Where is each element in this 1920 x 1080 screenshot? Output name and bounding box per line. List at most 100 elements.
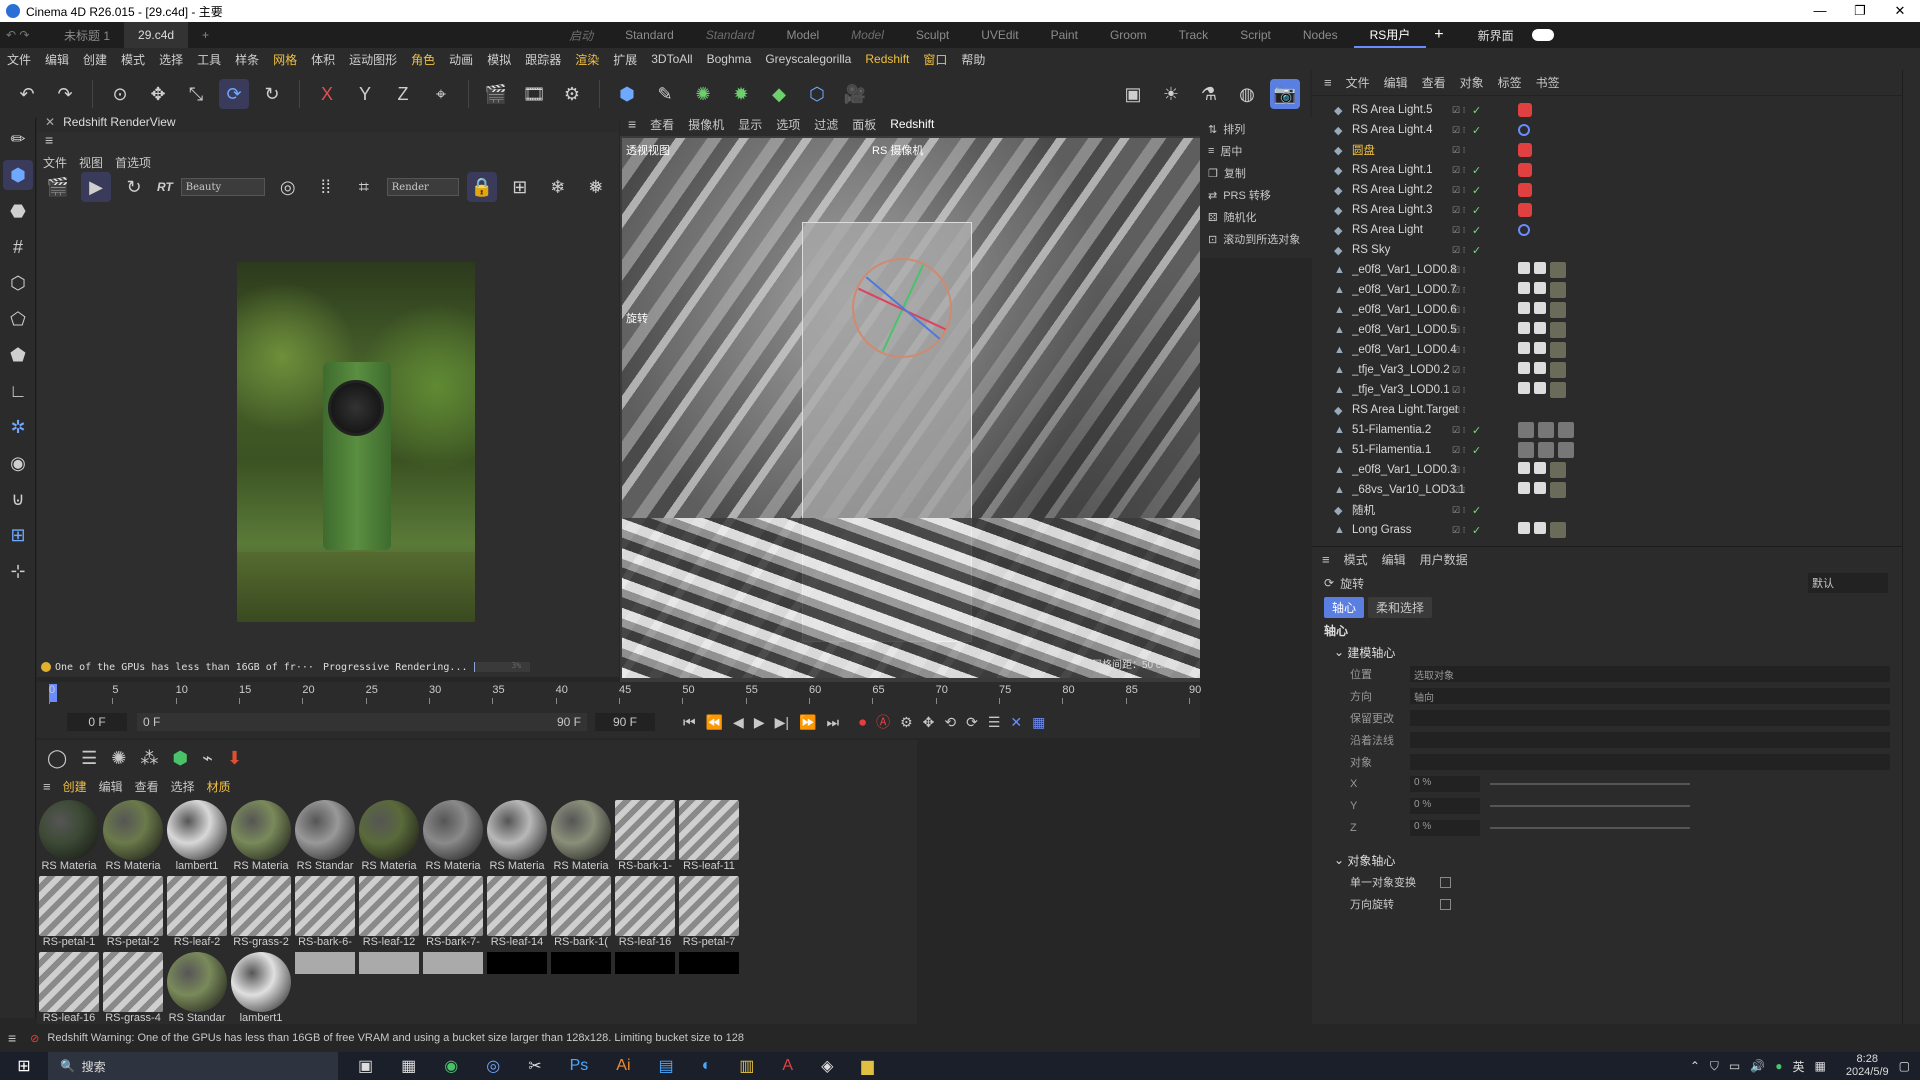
key-move-icon[interactable]: ✥ <box>923 714 935 731</box>
material-tag-icon[interactable] <box>1558 422 1574 438</box>
object-row[interactable]: ▲ _e0f8_Var1_LOD0.6 ☑ ⁝ <box>1312 300 1902 320</box>
phong-tag-icon[interactable] <box>1518 342 1530 354</box>
calculator-icon[interactable]: ▦ <box>401 1056 416 1076</box>
menu-item[interactable]: 跟踪器 <box>518 51 568 68</box>
menu-item[interactable]: 扩展 <box>606 51 644 68</box>
cube-icon[interactable]: ⬢ <box>612 79 642 109</box>
material-swatch[interactable]: RS-leaf-16 <box>615 876 675 948</box>
store-icon[interactable]: ▤ <box>659 1056 674 1076</box>
visibility-toggle[interactable]: ☑ ⁝ <box>1452 245 1465 256</box>
object-row[interactable]: ▲ _e0f8_Var1_LOD0.4 ☑ ⁝ <box>1312 340 1902 360</box>
rs-material-icon[interactable]: ⚗ <box>1194 79 1224 109</box>
capcut-icon[interactable]: ✂ <box>528 1056 541 1076</box>
visibility-toggle[interactable]: ☑ ⁝ <box>1452 105 1465 116</box>
uvw-tag-icon[interactable] <box>1534 482 1546 494</box>
attribute-menu-item[interactable]: 模式 <box>1344 551 1368 568</box>
object-menu-item[interactable]: 标签 <box>1498 74 1522 91</box>
status-hamburger-icon[interactable]: ≡ <box>8 1030 16 1046</box>
object-menu-item[interactable]: 对象 <box>1460 74 1484 91</box>
phong-tag-icon[interactable] <box>1518 462 1530 474</box>
rt-label[interactable]: RT <box>157 180 173 194</box>
layout-tab[interactable]: Model <box>770 22 835 48</box>
rs-ipr-icon[interactable]: ▣ <box>1118 79 1148 109</box>
clock[interactable]: 8:28 2024/5/9 <box>1846 1053 1889 1079</box>
visibility-toggle[interactable]: ☑ ⁝ <box>1452 125 1465 136</box>
aov-select[interactable]: Beauty <box>180 178 265 196</box>
network-icon[interactable]: ▭ <box>1729 1059 1740 1073</box>
rs-tag-icon[interactable] <box>1518 163 1532 177</box>
box-icon[interactable]: ⬢ <box>172 748 188 769</box>
c4d-icon[interactable]: ◎ <box>486 1056 500 1076</box>
browser-icon[interactable]: ◉ <box>444 1056 458 1076</box>
enabled-check[interactable]: ✓ <box>1472 164 1481 177</box>
lock-icon[interactable]: 🔒 <box>466 172 497 202</box>
menu-item[interactable]: 运动图形 <box>342 51 404 68</box>
field-icon[interactable]: ⬡ <box>802 79 832 109</box>
viewport-hamburger-icon[interactable]: ≡ <box>628 116 636 132</box>
snowflake-icon[interactable]: ❄ <box>543 172 573 202</box>
menu-item[interactable]: 文件 <box>0 51 38 68</box>
crop-icon[interactable]: ⌗ <box>349 172 379 202</box>
attribute-menu-item[interactable]: 编辑 <box>1382 551 1406 568</box>
viewport-camera[interactable]: RS 摄像机 <box>872 142 923 158</box>
rgb-icon[interactable]: ◎ <box>273 172 303 202</box>
toggle-switch[interactable] <box>1531 29 1554 41</box>
uvw-tag-icon[interactable] <box>1534 462 1546 474</box>
attribute-hamburger-icon[interactable]: ≡ <box>1322 552 1330 567</box>
doc-tab-untitled[interactable]: 未标题 1 <box>50 22 124 48</box>
uvw-tag-icon[interactable] <box>1534 262 1546 274</box>
object-row[interactable]: ◆ 随机 ☑ ⁝ ✓ <box>1312 500 1902 520</box>
scale-icon[interactable]: ⤡ <box>181 79 211 109</box>
close-button[interactable]: ✕ <box>1880 3 1920 19</box>
texture-mode-icon[interactable]: ⬣ <box>3 196 33 226</box>
workplane-icon[interactable]: ⊞ <box>3 520 33 550</box>
visibility-toggle[interactable]: ☑ ⁝ <box>1452 385 1465 396</box>
rs-tag-icon[interactable] <box>1518 203 1532 217</box>
object-menu-item[interactable]: 编辑 <box>1384 74 1408 91</box>
object-hamburger-icon[interactable]: ≡ <box>1324 75 1332 90</box>
menu-item[interactable]: 工具 <box>190 51 228 68</box>
object-row[interactable]: ▲ _e0f8_Var1_LOD0.5 ☑ ⁝ <box>1312 320 1902 340</box>
material-swatch[interactable]: lambert1 <box>167 800 227 872</box>
material-swatch[interactable]: RS Materia <box>551 800 611 872</box>
close-panel-icon[interactable]: ✕ <box>45 115 55 129</box>
rotate-gizmo[interactable] <box>852 258 952 358</box>
object-row[interactable]: ◆ RS Area Light.5 ☑ ⁝ ✓ <box>1312 100 1902 120</box>
group-modeling-axis[interactable]: ⌄ 建模轴心 <box>1312 641 1902 663</box>
menu-item[interactable]: 样条 <box>228 51 266 68</box>
object-row[interactable]: ◆ RS Area Light.1 ☑ ⁝ ✓ <box>1312 160 1902 180</box>
material-swatch[interactable]: RS-petal-7 <box>679 876 739 948</box>
visibility-toggle[interactable]: ☑ ⁝ <box>1452 205 1465 216</box>
add-tab-button[interactable]: + <box>188 22 223 48</box>
stack-icon[interactable]: ☰ <box>81 748 97 769</box>
rs-tag-icon[interactable] <box>1518 103 1532 117</box>
ime-grid-icon[interactable]: ▦ <box>1814 1059 1825 1073</box>
start-icon[interactable]: ⊞ <box>0 1056 48 1076</box>
polygon-mode-icon[interactable]: ⬟ <box>3 340 33 370</box>
menu-item[interactable]: 编辑 <box>38 51 76 68</box>
target-tag-icon[interactable] <box>1518 224 1530 236</box>
material-tag-icon[interactable] <box>1550 482 1566 498</box>
material-swatch[interactable]: RS Materia <box>103 800 163 872</box>
next-frame-icon[interactable]: ▶| <box>775 714 789 731</box>
phong-tag-icon[interactable] <box>1518 322 1530 334</box>
explorer-icon[interactable]: ▥ <box>739 1056 754 1076</box>
link-icon[interactable]: ⌁ <box>202 748 213 769</box>
preset-select[interactable]: 默认 <box>1808 573 1888 593</box>
range-slider[interactable]: 0 F 90 F <box>137 713 587 731</box>
tab-soft-selection[interactable]: 柔和选择 <box>1368 596 1433 618</box>
material-swatch[interactable]: RS Materia <box>423 800 483 872</box>
locked-workplane-icon[interactable]: ⊹ <box>3 556 33 586</box>
layout-tab[interactable]: Model <box>835 22 900 48</box>
acrobat-icon[interactable]: A <box>782 1057 793 1075</box>
object-menu-item[interactable]: 书签 <box>1536 74 1560 91</box>
menu-item[interactable]: 动画 <box>442 51 480 68</box>
doc-tab-29[interactable]: 29.c4d <box>124 22 189 48</box>
point-mode-icon[interactable]: ⬡ <box>3 268 33 298</box>
layout-tab[interactable]: 启动 <box>553 22 609 48</box>
menu-item[interactable]: Greyscalegorilla <box>758 52 858 66</box>
uvw-tag-icon[interactable] <box>1534 522 1546 534</box>
molecule-icon[interactable]: ⁂ <box>140 748 158 769</box>
taskbar-search[interactable]: 🔍 搜索 <box>48 1052 338 1080</box>
material-swatch-partial[interactable] <box>423 952 483 974</box>
